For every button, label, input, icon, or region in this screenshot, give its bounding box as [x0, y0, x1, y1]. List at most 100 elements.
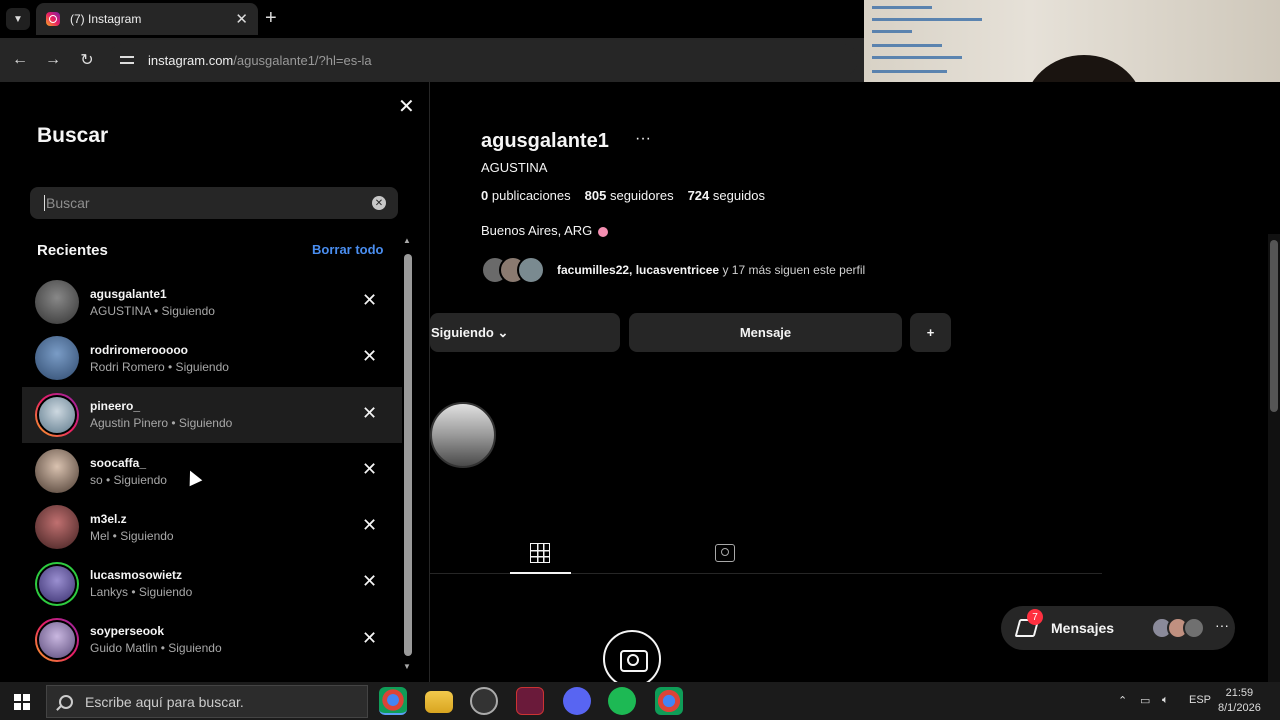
list-item[interactable]: pineero_ Agustin Pinero • Siguiendo ✕ [22, 386, 402, 443]
list-item[interactable]: rodriromerooooo Rodri Romero • Siguiendo … [22, 330, 402, 386]
instagram-favicon-icon [46, 12, 60, 26]
chrome-app-icon[interactable] [379, 687, 407, 715]
list-item-username: agusgalante1 [90, 286, 167, 301]
flower-emoji-icon [598, 226, 609, 237]
forward-arrow-icon[interactable]: → [40, 47, 66, 73]
url-domain: instagram.com [148, 52, 234, 68]
windows-taskbar: Escribe aquí para buscar. ⌃ ▭ 🔈︎ ESP 21:… [0, 682, 1280, 720]
add-user-icon[interactable]: + [910, 313, 951, 352]
clear-all-link[interactable]: Borrar todo [312, 242, 384, 257]
following-stat[interactable]: 724 seguidos [688, 188, 765, 203]
list-item-username: soocaffa_ [90, 455, 147, 470]
list-item-username: pineero_ [90, 399, 141, 414]
remove-recent-icon[interactable]: ✕ [362, 459, 377, 480]
discord-icon[interactable] [563, 687, 591, 715]
tab-title: (7) Instagram [70, 12, 142, 26]
avatar [35, 505, 79, 550]
messages-bar[interactable]: 7 Mensajes ··· [1001, 606, 1235, 650]
address-bar[interactable]: instagram.com/agusgalante1/?hl=es-la [108, 44, 858, 76]
posts-grid-icon[interactable] [530, 543, 550, 563]
search-scrollbar[interactable] [404, 254, 412, 656]
followers-stat[interactable]: 805 seguidores [585, 188, 674, 203]
file-explorer-icon[interactable] [425, 691, 453, 713]
scroll-down-icon[interactable]: ▼ [403, 662, 411, 671]
browser-tab-strip: ▼ (7) Instagram ✕ + [0, 0, 864, 38]
list-item[interactable]: lucasmosowietz Lankys • Siguiendo ✕ [22, 555, 402, 611]
remove-recent-icon[interactable]: ✕ [362, 290, 377, 311]
profile-username: agusgalante1 [481, 130, 609, 152]
profile-main: agusgalante1 ··· AGUSTINA 0 publicacione… [430, 82, 1280, 688]
profile-bio: Buenos Aires, ARG [481, 223, 609, 238]
windows-start-icon[interactable] [14, 694, 30, 710]
search-panel-title: Buscar [37, 124, 109, 147]
active-tab-indicator [510, 572, 571, 574]
chrome-app-icon-2[interactable] [655, 687, 683, 715]
more-options-icon[interactable]: ··· [635, 130, 651, 148]
taskbar-search-placeholder: Escribe aquí para buscar. [85, 693, 244, 710]
list-item-username: rodriromerooooo [90, 342, 188, 357]
list-item-subtitle: Mel • Siguiendo [90, 528, 174, 543]
browser-tab-instagram[interactable]: (7) Instagram ✕ [36, 3, 258, 35]
search-panel: ✕ Buscar ✕ Recientes Borrar todo agusgal… [0, 82, 430, 682]
avatar [35, 561, 79, 606]
app-icon[interactable] [516, 687, 544, 715]
scroll-up-icon[interactable]: ▲ [403, 236, 411, 245]
clear-search-icon[interactable]: ✕ [372, 196, 386, 210]
clock[interactable]: 21:59 8/1/2026 [1218, 686, 1261, 716]
clock-date: 8/1/2026 [1218, 702, 1261, 714]
avatar [35, 617, 79, 662]
remove-recent-icon[interactable]: ✕ [362, 571, 377, 592]
list-item[interactable]: soyperseook Guido Matlin • Siguiendo ✕ [22, 612, 402, 668]
list-item-username: lucasmosowietz [90, 568, 183, 583]
chevron-up-icon[interactable]: ⌃ [1118, 694, 1127, 707]
tagged-icon[interactable] [715, 544, 735, 562]
taskbar-search[interactable]: Escribe aquí para buscar. [46, 685, 368, 718]
list-item[interactable]: agusgalante1 AGUSTINA • Siguiendo ✕ [22, 274, 402, 330]
avatar [35, 336, 79, 381]
list-item-subtitle: AGUSTINA • Siguiendo [90, 303, 215, 318]
list-item[interactable]: soocaffa_ so • Siguiendo ✕ [22, 443, 402, 499]
close-search-icon[interactable]: ✕ [398, 94, 415, 119]
list-item-subtitle: Rodri Romero • Siguiendo [90, 359, 229, 374]
search-input[interactable] [44, 195, 344, 211]
direct-message-icon: 7 [1015, 609, 1043, 639]
story-highlight[interactable] [430, 402, 496, 468]
avatar [1183, 617, 1205, 639]
search-box[interactable]: ✕ [30, 187, 398, 219]
recent-list: agusgalante1 AGUSTINA • Siguiendo ✕ rodri… [22, 274, 402, 668]
search-icon [59, 694, 73, 709]
page-scrollbar[interactable] [1268, 234, 1280, 682]
tab-close-icon[interactable]: ✕ [235, 10, 248, 28]
remove-recent-icon[interactable]: ✕ [362, 403, 377, 424]
list-item-username: soyperseook [90, 624, 165, 639]
list-item-subtitle: Agustin Pinero • Siguiendo [90, 416, 233, 431]
remove-recent-icon[interactable]: ✕ [362, 346, 377, 367]
more-icon[interactable]: ··· [1215, 617, 1229, 639]
instagram-page: ✕ Buscar ✕ Recientes Borrar todo agusgal… [0, 82, 1280, 688]
remove-recent-icon[interactable]: ✕ [362, 628, 377, 649]
new-tab-button[interactable]: + [265, 7, 277, 30]
list-item-username: m3el.z [90, 511, 127, 526]
tab-search-button[interactable]: ▼ [6, 8, 30, 30]
message-badge: 7 [1027, 609, 1043, 625]
mutual-followers[interactable]: facumilles22, lucasventricee y 17 más si… [481, 256, 865, 284]
list-item[interactable]: m3el.z Mel • Siguiendo ✕ [22, 499, 402, 555]
obs-icon[interactable] [470, 687, 498, 715]
language-indicator[interactable]: ESP [1189, 694, 1211, 706]
avatar [35, 392, 79, 437]
site-info-icon[interactable] [120, 54, 134, 66]
url-path: /agusgalante1/?hl=es-la [233, 52, 372, 68]
list-item-subtitle: Lankys • Siguiendo [90, 585, 193, 600]
spotify-icon[interactable] [608, 687, 636, 715]
network-icon[interactable]: ▭ [1140, 694, 1150, 707]
reload-icon[interactable]: ↻ [74, 47, 100, 73]
posts-stat: 0 publicaciones [481, 188, 571, 203]
volume-icon[interactable]: 🔈︎ [1162, 694, 1169, 707]
profile-stats: 0 publicaciones 805 seguidores 724 segui… [481, 188, 765, 203]
remove-recent-icon[interactable]: ✕ [362, 515, 377, 536]
camera-icon [603, 630, 661, 688]
message-button[interactable]: Mensaje [629, 313, 902, 352]
chevron-down-icon: ⌄ [497, 324, 509, 340]
back-arrow-icon[interactable]: ← [7, 47, 33, 73]
following-button[interactable]: Siguiendo ⌄ [430, 313, 620, 352]
